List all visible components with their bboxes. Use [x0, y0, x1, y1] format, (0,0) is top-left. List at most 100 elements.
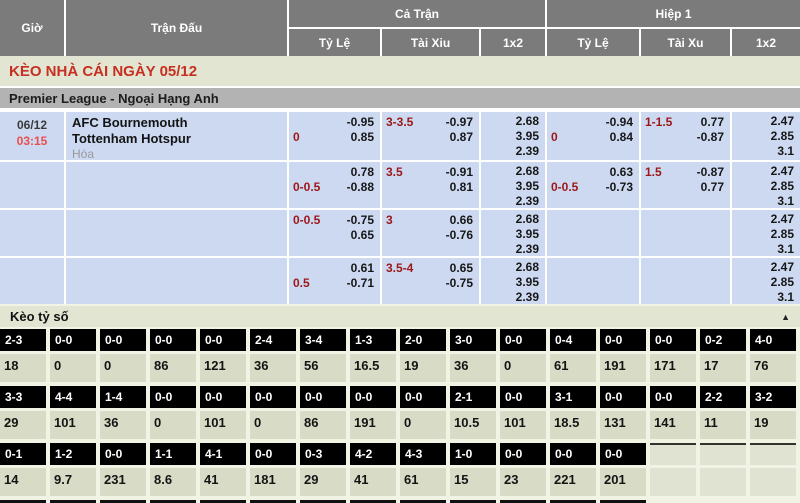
score-odds-value[interactable]: 19 — [750, 411, 796, 439]
odds-value[interactable]: 0.65 — [351, 228, 374, 243]
score-odds-value[interactable]: 17 — [700, 354, 746, 382]
odds-value[interactable]: 3.1 — [777, 144, 794, 159]
score-cell[interactable]: 4-3 — [400, 443, 446, 465]
h1-overunder-cell[interactable]: 1-1.50.77 -0.87 — [641, 112, 730, 160]
score-cell[interactable]: 1-4 — [100, 386, 146, 408]
score-cell[interactable]: 4-4 — [50, 386, 96, 408]
score-cell[interactable]: 4-0 — [750, 329, 796, 351]
score-cell[interactable]: 0-0 — [650, 329, 696, 351]
score-odds-value[interactable]: 41 — [200, 468, 246, 496]
odds-value[interactable]: -0.76 — [446, 228, 473, 243]
odds-value[interactable]: 2.68 — [516, 260, 539, 275]
odds-value[interactable]: 2.39 — [516, 144, 539, 159]
score-cell[interactable] — [750, 443, 796, 465]
score-odds-value[interactable]: 61 — [400, 468, 446, 496]
score-cell[interactable]: 0-0 — [250, 443, 296, 465]
score-odds-value[interactable]: 0 — [100, 354, 146, 382]
score-section-header[interactable]: Kèo tỷ số ▲ — [0, 306, 800, 327]
odds-value[interactable]: 0.77 — [701, 115, 724, 130]
odds-value[interactable]: -0.73 — [606, 180, 633, 195]
odds-value[interactable]: -0.88 — [347, 180, 374, 195]
h1-handicap-cell[interactable]: 0.63 0-0.5-0.73 — [547, 162, 639, 208]
score-cell[interactable]: 0-4 — [550, 329, 596, 351]
odds-value[interactable]: -0.97 — [446, 115, 473, 130]
h1-1x2-cell[interactable]: 2.47 2.85 3.1 — [732, 112, 800, 160]
score-odds-value[interactable]: 41 — [350, 468, 396, 496]
score-cell[interactable] — [700, 443, 746, 465]
score-odds-value[interactable]: 0 — [400, 411, 446, 439]
ft-overunder-cell[interactable]: 30.66 -0.76 — [382, 210, 479, 256]
score-cell[interactable]: 0-0 — [500, 329, 546, 351]
odds-value[interactable]: -0.75 — [446, 276, 473, 291]
score-odds-value[interactable]: 101 — [500, 411, 546, 439]
ft-1x2-cell[interactable]: 2.68 3.95 2.39 — [481, 112, 545, 160]
score-cell[interactable]: 1-2 — [50, 443, 96, 465]
score-cell[interactable]: 0-2 — [700, 329, 746, 351]
score-cell[interactable]: 0-1 — [0, 443, 46, 465]
score-odds-value[interactable]: 181 — [250, 468, 296, 496]
match-teams-cell[interactable]: AFC Bournemouth Tottenham Hotspur Hòa — [66, 112, 287, 160]
score-odds-value[interactable]: 201 — [600, 468, 646, 496]
score-cell[interactable]: 2-4 — [250, 329, 296, 351]
score-cell[interactable]: 0-0 — [500, 386, 546, 408]
odds-value[interactable]: -0.95 — [347, 115, 374, 130]
odds-value[interactable]: 0.85 — [351, 130, 374, 145]
score-odds-value[interactable]: 36 — [100, 411, 146, 439]
score-odds-value[interactable]: 86 — [150, 354, 196, 382]
score-cell[interactable] — [650, 443, 696, 465]
odds-value[interactable]: -0.75 — [347, 213, 374, 228]
score-odds-value[interactable]: 191 — [350, 411, 396, 439]
score-odds-value[interactable]: 0 — [50, 354, 96, 382]
score-odds-value[interactable]: 141 — [650, 411, 696, 439]
score-odds-value[interactable] — [700, 468, 746, 496]
odds-value[interactable]: -0.87 — [697, 165, 724, 180]
h1-handicap-cell[interactable]: -0.94 00.84 — [547, 112, 639, 160]
score-odds-value[interactable]: 29 — [300, 468, 346, 496]
odds-value[interactable]: 3.1 — [777, 290, 794, 304]
odds-value[interactable]: 0.84 — [610, 130, 633, 145]
score-odds-value[interactable]: 61 — [550, 354, 596, 382]
score-odds-value[interactable]: 36 — [450, 354, 496, 382]
odds-value[interactable]: 2.39 — [516, 290, 539, 304]
odds-value[interactable]: 2.68 — [516, 164, 539, 179]
score-odds-value[interactable]: 15 — [450, 468, 496, 496]
h1-overunder-cell[interactable]: 1.5-0.87 0.77 — [641, 162, 730, 208]
score-cell[interactable]: 3-0 — [450, 329, 496, 351]
odds-value[interactable]: -0.71 — [347, 276, 374, 291]
h1-1x2-cell[interactable]: 2.47 2.85 3.1 — [732, 258, 800, 304]
score-cell[interactable]: 0-0 — [150, 329, 196, 351]
score-odds-value[interactable]: 101 — [200, 411, 246, 439]
score-cell[interactable]: 0-0 — [550, 443, 596, 465]
odds-value[interactable]: 2.85 — [771, 179, 794, 194]
ft-handicap-cell[interactable]: 0.61 0.5-0.71 — [289, 258, 380, 304]
score-cell[interactable]: 2-3 — [0, 329, 46, 351]
ft-1x2-cell[interactable]: 2.68 3.95 2.39 — [481, 258, 545, 304]
score-cell[interactable]: 2-2 — [700, 386, 746, 408]
odds-value[interactable]: 2.68 — [516, 212, 539, 227]
odds-value[interactable]: 3.95 — [516, 129, 539, 144]
score-odds-value[interactable]: 221 — [550, 468, 596, 496]
score-odds-value[interactable]: 0 — [150, 411, 196, 439]
score-cell[interactable]: 4-2 — [350, 443, 396, 465]
score-cell[interactable]: 1-1 — [150, 443, 196, 465]
score-odds-value[interactable]: 8.6 — [150, 468, 196, 496]
collapse-arrow-icon[interactable]: ▲ — [781, 312, 790, 322]
score-cell[interactable]: 0-3 — [300, 443, 346, 465]
odds-value[interactable]: 2.85 — [771, 227, 794, 242]
score-odds-value[interactable]: 76 — [750, 354, 796, 382]
score-odds-value[interactable]: 16.5 — [350, 354, 396, 382]
score-cell[interactable]: 0-0 — [600, 443, 646, 465]
odds-value[interactable]: 0.65 — [450, 261, 473, 276]
odds-value[interactable]: 2.47 — [771, 114, 794, 129]
score-cell[interactable]: 1-3 — [350, 329, 396, 351]
odds-value[interactable]: 3.95 — [516, 179, 539, 194]
odds-value[interactable]: 2.47 — [771, 164, 794, 179]
odds-value[interactable]: -0.87 — [697, 130, 724, 145]
ft-1x2-cell[interactable]: 2.68 3.95 2.39 — [481, 162, 545, 208]
score-cell[interactable]: 3-1 — [550, 386, 596, 408]
ft-overunder-cell[interactable]: 3-3.5-0.97 0.87 — [382, 112, 479, 160]
score-cell[interactable]: 0-0 — [100, 443, 146, 465]
odds-value[interactable]: 3.95 — [516, 275, 539, 290]
score-cell[interactable]: 3-4 — [300, 329, 346, 351]
score-odds-value[interactable] — [650, 468, 696, 496]
